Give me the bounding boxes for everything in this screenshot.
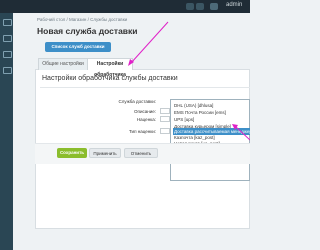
dropdown-option[interactable]: UPS [ups] [173,116,250,123]
cancel-button[interactable]: Отменить [124,148,158,158]
gear-icon[interactable] [210,3,218,10]
markup-label: Наценка: [136,117,156,122]
markup-type-label: Тип наценки: [129,129,156,134]
top-bar: admin [0,0,250,13]
apply-button[interactable]: Применить [89,148,121,158]
markup-field[interactable] [160,116,170,122]
language-icon[interactable] [196,3,204,10]
delivery-list-button[interactable]: Список служб доставки [45,42,111,52]
content-icon[interactable] [3,67,12,74]
save-button[interactable]: Сохранить [57,148,87,158]
section-title: Настройки обработчика службы доставки [42,75,178,82]
divider [40,87,250,88]
user-name[interactable]: admin [226,2,242,8]
service-label: Служба доставки: [118,99,156,104]
cart-icon[interactable] [3,51,12,58]
page-title: Новая служба доставки [37,26,138,36]
desktop-icon[interactable] [3,35,12,42]
dropdown-option[interactable]: DHL (USA) [dhlusa] [173,102,250,109]
dropdown-option[interactable]: EMS Почта России [ems] [173,109,250,116]
breadcrumb[interactable]: Рабочий стол / Магазин / Службы доставки [37,17,127,22]
tab-general-settings[interactable]: Общие настройки [38,58,88,70]
notification-icon[interactable] [186,3,194,10]
sidebar [0,13,13,250]
markup-type-select[interactable] [160,128,170,134]
description-label: Описание: [134,109,156,114]
menu-icon[interactable] [3,19,12,26]
description-field[interactable] [160,108,170,114]
tab-handler-settings[interactable]: Настройки обработчика [87,58,133,78]
